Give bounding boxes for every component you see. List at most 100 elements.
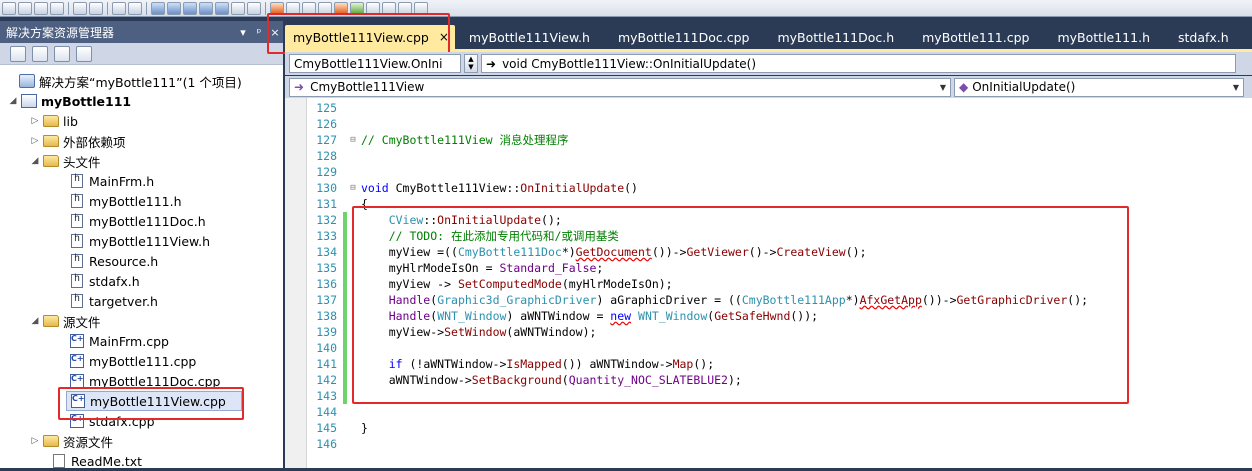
toolbar-button-icon[interactable] xyxy=(89,1,103,15)
bookmark-icon[interactable] xyxy=(167,1,181,15)
toolbar-dropdown-icon[interactable] xyxy=(247,1,261,15)
show-all-files-icon[interactable] xyxy=(32,45,48,62)
tab-label: stdafx.h xyxy=(1178,29,1229,45)
tree-item-label: 源文件 xyxy=(63,314,101,330)
toolbar-button-icon[interactable] xyxy=(286,1,300,15)
view-class-diagram-icon[interactable] xyxy=(76,45,92,62)
code-line: 146 xyxy=(316,437,337,451)
code-line: 140 xyxy=(307,340,1252,356)
tree-item-folder[interactable]: ▷ lib xyxy=(0,111,283,131)
tree-item-file[interactable]: Resource.h xyxy=(0,251,283,271)
collapse-arrow-icon[interactable]: ◢ xyxy=(8,96,18,106)
toolbox-icon[interactable] xyxy=(270,1,284,15)
properties-icon[interactable] xyxy=(10,45,26,62)
code-editor[interactable]: 125 126 127 ⊟// CmyBottle111View 消息处理程序 1… xyxy=(285,98,1252,468)
bookmark-icon[interactable] xyxy=(183,1,197,15)
tree-item-folder[interactable]: ▷ 资源文件 xyxy=(0,431,283,451)
toolbar-button-icon[interactable] xyxy=(318,1,332,15)
tree-item-file[interactable]: stdafx.h xyxy=(0,271,283,291)
code-line: 139 myView->SetWindow(aWNTWindow); xyxy=(316,324,597,340)
header-file-icon xyxy=(71,253,83,268)
code-line: 127 ⊟// CmyBottle111View 消息处理程序 xyxy=(316,132,569,148)
properties-icon[interactable] xyxy=(334,1,348,15)
toolbar-button-icon[interactable] xyxy=(366,1,380,15)
tree-item-file-selected[interactable]: myBottle111View.cpp xyxy=(66,391,242,411)
tab-label: myBottle111View.h xyxy=(468,29,590,45)
tree-item-folder[interactable]: ◢ 头文件 xyxy=(0,151,283,171)
toolbar-overflow-icon[interactable] xyxy=(414,1,428,15)
panel-title: 解决方案资源管理器 xyxy=(6,25,115,40)
bookmark-icon[interactable] xyxy=(199,1,213,15)
tree-item-file[interactable]: myBottle111.cpp xyxy=(0,351,283,371)
scope-spin-icon[interactable]: ▲ ▼ xyxy=(464,54,478,73)
code-line: 144 xyxy=(316,405,337,419)
chevron-down-icon[interactable]: ▼ xyxy=(936,83,950,92)
code-line: 138 Handle(WNT_Window) aWNTWindow = new … xyxy=(316,308,819,324)
toolbar-button-icon[interactable] xyxy=(112,1,126,15)
tab-mybottle111doc-h[interactable]: myBottle111Doc.h xyxy=(763,25,908,49)
scope-value: CmyBottle111View.OnIni xyxy=(294,56,443,71)
tree-item-file[interactable]: stdafx.cpp xyxy=(0,411,283,431)
toolbar-button-icon[interactable] xyxy=(73,1,87,15)
tree-item-file[interactable]: myBottle111View.h xyxy=(0,231,283,251)
tab-mybottle111view-cpp[interactable]: myBottle111View.cpp × xyxy=(285,25,455,49)
project-icon xyxy=(21,94,37,108)
scope-dropdown[interactable]: CmyBottle111View.OnIni xyxy=(289,54,461,73)
tree-item-label: myBottle111.cpp xyxy=(89,353,197,369)
code-line: 141 if (!aWNTWindow->IsMapped()) aWNTWin… xyxy=(316,356,715,372)
toolbar-button-icon[interactable] xyxy=(382,1,396,15)
tree-item-folder[interactable]: ◢ 源文件 xyxy=(0,311,283,331)
tree-item-folder[interactable]: ▷ 外部依赖项 xyxy=(0,131,283,151)
tab-mybottle111-h[interactable]: myBottle111.h xyxy=(1043,25,1164,49)
find-icon[interactable] xyxy=(302,1,316,15)
tree-item-file[interactable]: myBottle111Doc.h xyxy=(0,211,283,231)
class-dropdown[interactable]: ➜ CmyBottle111View ▼ xyxy=(289,77,951,97)
bookmark-icon[interactable] xyxy=(215,1,229,15)
member-dropdown[interactable]: ◆ OnInitialUpdate() ▼ xyxy=(954,77,1244,97)
bookmark-icon[interactable] xyxy=(151,1,165,15)
fold-toggle-icon[interactable]: ⊟ xyxy=(347,180,359,196)
tree-item-label: stdafx.h xyxy=(89,273,140,289)
tree-item-file[interactable]: myBottle111Doc.cpp xyxy=(0,371,283,391)
toolbar-button-icon[interactable] xyxy=(398,1,412,15)
toolbar-button-icon[interactable] xyxy=(128,1,142,15)
solution-icon xyxy=(19,74,35,88)
collapse-arrow-icon[interactable]: ◢ xyxy=(30,316,40,326)
tab-stdafx-h[interactable]: stdafx.h xyxy=(1164,25,1243,49)
tree-item-solution[interactable]: 解决方案“myBottle111”(1 个项目) xyxy=(0,71,283,91)
code-line: 129 xyxy=(316,165,337,179)
toolbar-button-icon[interactable] xyxy=(18,1,32,15)
close-tab-icon[interactable]: × xyxy=(439,30,449,44)
folder-icon xyxy=(43,435,59,447)
autohide-icon[interactable]: ᵖ xyxy=(251,26,267,39)
tab-mybottle111-cpp[interactable]: myBottle111.cpp xyxy=(908,25,1043,49)
toolbar-button-icon[interactable] xyxy=(34,1,48,15)
expand-arrow-icon[interactable]: ▷ xyxy=(30,436,40,446)
fold-toggle-icon[interactable]: ⊟ xyxy=(347,132,359,148)
chevron-down-icon[interactable]: ▼ xyxy=(1229,83,1243,92)
tree-item-file[interactable]: MainFrm.h xyxy=(0,171,283,191)
close-icon[interactable]: × xyxy=(267,26,283,39)
toolbar-button-icon[interactable] xyxy=(50,1,64,15)
expand-arrow-icon[interactable]: ▷ xyxy=(30,116,40,126)
toolbar-button-icon[interactable] xyxy=(350,1,364,15)
text-file-icon xyxy=(53,454,65,468)
tree-item-project[interactable]: ◢ myBottle111 xyxy=(0,91,283,111)
pin-icon[interactable]: ▾ xyxy=(235,26,251,39)
tree-item-file[interactable]: targetver.h xyxy=(0,291,283,311)
refresh-icon[interactable] xyxy=(54,45,70,62)
tab-mybottle111view-h[interactable]: myBottle111View.h xyxy=(455,25,604,49)
cpp-file-icon xyxy=(70,414,84,428)
expand-arrow-icon[interactable]: ▷ xyxy=(30,136,40,146)
toolbar-button-icon[interactable] xyxy=(2,1,16,15)
tree-item-file[interactable]: myBottle111.h xyxy=(0,191,283,211)
signature-field[interactable]: ➜ void CmyBottle111View::OnInitialUpdate… xyxy=(481,54,1236,73)
toolbar-button-icon[interactable] xyxy=(231,1,245,15)
tree-item-label: MainFrm.cpp xyxy=(89,333,169,349)
tree-item-file[interactable]: ReadMe.txt xyxy=(0,451,283,471)
tree-item-file[interactable]: MainFrm.cpp xyxy=(0,331,283,351)
navigation-bar: CmyBottle111View.OnIni ▲ ▼ ➜ void CmyBott… xyxy=(285,52,1252,75)
collapse-arrow-icon[interactable]: ◢ xyxy=(30,156,40,166)
tab-mybottle111doc-cpp[interactable]: myBottle111Doc.cpp xyxy=(604,25,763,49)
member-value: OnInitialUpdate() xyxy=(972,80,1076,94)
